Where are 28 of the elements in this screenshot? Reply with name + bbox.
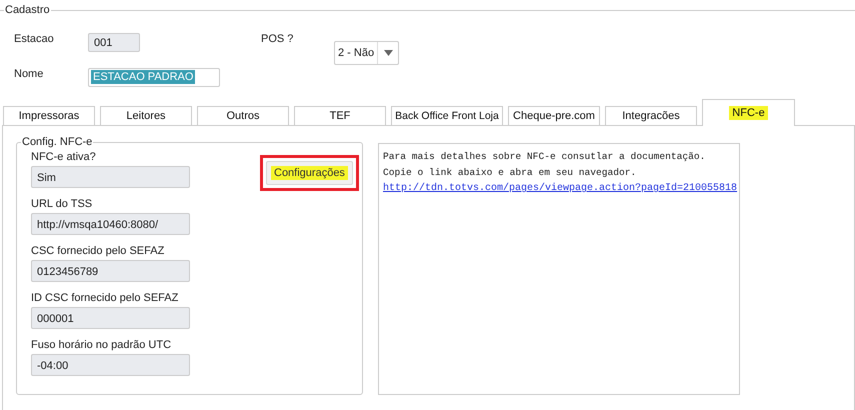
field-label: Nome [14,68,44,80]
field-label: Estacao [14,33,55,45]
configuracoes-button[interactable]: Configurações [266,161,353,185]
info-text: Para mais detalhes sobre NFC-e consutlar a documentação. Copie o link abaixo e abra em seu navegador. [383,150,706,180]
tab[interactable]: Back Office Front Loja [391,106,503,125]
field-label: POS ? [261,33,294,45]
group-title: Cadastro [4,4,51,16]
documentation-link[interactable]: http://tdn.totvs.com/pages/viewpage.action?pageId=210055818 [383,181,735,197]
input-field[interactable]: 0123456789 [31,260,190,282]
tab[interactable]: TEF [294,106,386,125]
group-title: Config. NFC-e [21,136,94,148]
tab[interactable]: Outros [197,106,289,125]
caret-icon [384,50,393,56]
field-label: NFC-e ativa? [31,151,97,163]
input-field[interactable]: Sim [31,166,190,188]
tab[interactable]: NFC-e [702,99,795,126]
dropdown[interactable]: 2 - Não [334,41,400,65]
input-field[interactable]: http://vmsqa10460:8080/ [31,213,190,235]
tab[interactable]: Leitores [100,106,192,125]
field-label: URL do TSS [31,198,94,210]
field-label: Fuso horário no padrão UTC [31,339,172,351]
tab[interactable]: Impressoras [3,106,95,125]
tab[interactable]: Integracões [605,106,697,125]
input-field[interactable]: -04:00 [31,354,190,376]
input-field[interactable]: 000001 [31,307,190,329]
field-label: ID CSC fornecido pelo SEFAZ [31,292,180,304]
tab[interactable]: Cheque-pre.com [508,106,600,125]
field-label: CSC fornecido pelo SEFAZ [31,245,166,257]
